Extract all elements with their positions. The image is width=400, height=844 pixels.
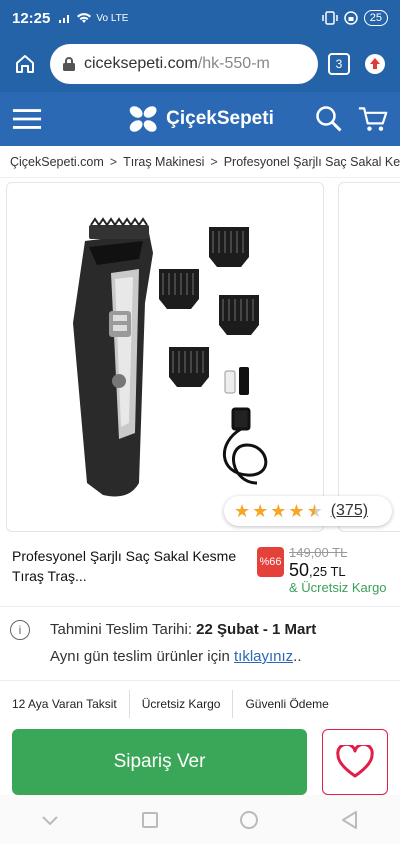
- delivery-estimate: Tahmini Teslim Tarihi: 22 Şubat - 1 Mart: [50, 621, 316, 638]
- star-icon: ★: [252, 501, 269, 521]
- breadcrumb: ÇiçekSepeti.com > Tıraş Makinesi > Profe…: [0, 146, 400, 178]
- rating-badge[interactable]: ★ ★ ★ ★ ★ (375): [224, 496, 392, 526]
- heart-icon: [336, 745, 374, 778]
- breadcrumb-item-product[interactable]: Profesyonel Şarjlı Saç Sakal Ke: [224, 155, 400, 169]
- network-type: Vo LTE: [96, 12, 129, 24]
- breadcrumb-item-category[interactable]: Tıraş Makinesi: [123, 155, 204, 169]
- update-icon: [365, 54, 385, 74]
- status-bar: 12:25 Vo LTE 25: [0, 0, 400, 36]
- menu-button[interactable]: [12, 104, 42, 134]
- vibrate-icon: [322, 11, 338, 25]
- next-image-card[interactable]: [338, 182, 400, 532]
- back-icon[interactable]: [340, 810, 360, 830]
- menu-icon: [12, 109, 42, 129]
- lock-rotation-icon: [344, 11, 358, 25]
- url-domain: ciceksepeti.com: [84, 55, 198, 72]
- half-star-icon: ★: [306, 501, 323, 521]
- product-image-card[interactable]: [6, 182, 324, 532]
- clock: 12:25: [12, 9, 51, 27]
- site-header: ÇiçekSepeti: [0, 92, 400, 146]
- chevron-down-icon[interactable]: [40, 813, 60, 827]
- charging-cable: [223, 407, 268, 485]
- cart-button[interactable]: [358, 104, 388, 134]
- url-path: /hk-550-m: [197, 55, 270, 72]
- trimmer-illustration: [73, 217, 153, 497]
- feature-free-shipping: Ücretsiz Kargo: [130, 690, 234, 718]
- same-day-link[interactable]: tıklayınız: [234, 648, 293, 665]
- same-day-text: Aynı gün teslim ürünler için: [50, 648, 230, 665]
- site-logo[interactable]: ÇiçekSepeti: [126, 104, 274, 134]
- search-button[interactable]: [314, 104, 344, 134]
- system-nav-bar: [0, 795, 400, 844]
- features-strip: 12 Aya Varan Taksit Ücretsiz Kargo Güven…: [0, 688, 400, 720]
- breadcrumb-separator: >: [109, 154, 118, 169]
- tabs-button[interactable]: 3: [328, 53, 350, 75]
- order-button[interactable]: Sipariş Ver: [12, 729, 307, 795]
- breadcrumb-separator: >: [210, 154, 218, 169]
- price-main: 50: [289, 560, 310, 580]
- search-icon: [316, 106, 342, 132]
- wifi-icon: [77, 13, 92, 23]
- home-circle-icon[interactable]: [239, 810, 259, 830]
- current-price: 50,25 TL: [289, 560, 346, 581]
- star-icon: ★: [288, 501, 305, 521]
- price-cents: ,25 TL: [309, 564, 346, 579]
- status-icons-left: Vo LTE: [58, 12, 128, 24]
- delivery-label: Tahmini Teslim Tarihi:: [50, 621, 192, 638]
- old-price: 149,00 TL: [289, 545, 348, 560]
- home-icon: [16, 55, 34, 73]
- star-icon: ★: [270, 501, 287, 521]
- star-icon: ★: [234, 501, 251, 521]
- info-icon: i: [10, 620, 30, 640]
- home-button[interactable]: [10, 49, 40, 79]
- product-name: Profesyonel Şarjlı Saç Sakal Kesme Tıraş…: [12, 548, 237, 584]
- discount-badge: %66: [257, 547, 284, 577]
- feature-installments: 12 Aya Varan Taksit: [0, 690, 130, 718]
- flower-logo-icon: [129, 106, 157, 132]
- recents-icon[interactable]: [141, 811, 159, 829]
- delivery-dates: 22 Şubat - 1 Mart: [196, 621, 317, 638]
- divider: [0, 680, 400, 681]
- battery-indicator: 25: [363, 10, 388, 26]
- brand-name: ÇiçekSepeti: [166, 108, 274, 129]
- rating-count[interactable]: (375): [331, 502, 368, 520]
- browser-toolbar: ciceksepeti.com/hk-550-m 3: [0, 36, 400, 92]
- same-day-suffix: ..: [293, 648, 302, 665]
- free-shipping-label: & Ücretsiz Kargo: [289, 580, 387, 595]
- header-actions: [314, 104, 388, 134]
- url-text: ciceksepeti.com/hk-550-m: [84, 55, 270, 73]
- breadcrumb-item-home[interactable]: ÇiçekSepeti.com: [10, 155, 104, 169]
- guide-combs: [159, 227, 259, 387]
- signal-icon: [59, 15, 70, 23]
- cart-icon: [358, 107, 388, 131]
- product-image: [73, 217, 268, 497]
- status-icons-right: 25: [322, 10, 388, 26]
- feature-secure-payment: Güvenli Ödeme: [245, 697, 329, 711]
- same-day-delivery: Aynı gün teslim ürünler için tıklayınız.…: [50, 648, 302, 665]
- lock-icon: [63, 57, 75, 71]
- favorite-button[interactable]: [322, 729, 388, 795]
- url-bar[interactable]: ciceksepeti.com/hk-550-m: [50, 44, 318, 84]
- update-button[interactable]: [360, 49, 390, 79]
- divider: [0, 606, 400, 607]
